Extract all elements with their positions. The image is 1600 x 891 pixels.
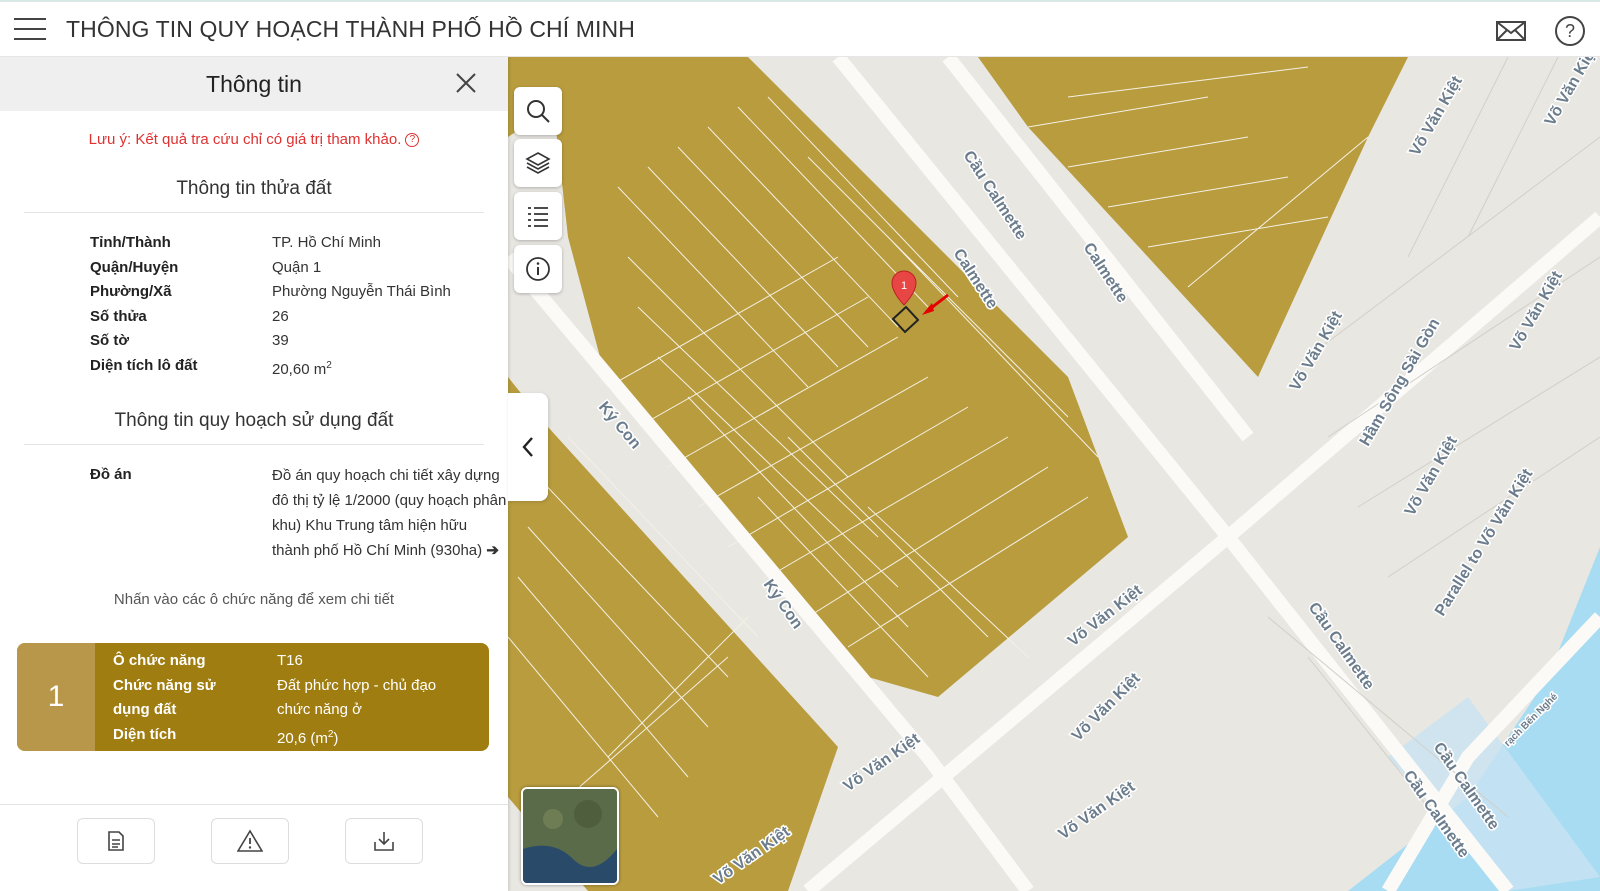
function-details: Ô chức năng T16 Chức năng sử dụng đất Đất …	[113, 649, 467, 751]
svg-text:?: ?	[1565, 21, 1575, 41]
mail-icon[interactable]	[1494, 14, 1528, 48]
plan-link[interactable]: Đồ án quy hoạch chi tiết xây dựng đô thị…	[272, 463, 508, 563]
info-value: Quận 1	[272, 258, 322, 276]
note-text: Lưu ý: Kết quả tra cứu chỉ có giá trị th…	[88, 131, 402, 148]
list-icon	[528, 207, 548, 227]
panel-actions	[0, 804, 508, 891]
menu-icon[interactable]	[14, 18, 46, 42]
plan-row: Đồ án Đồ án quy hoạch chi tiết xây dựng …	[0, 463, 508, 563]
close-icon[interactable]	[454, 71, 478, 95]
info-label: Diện tích lô đất	[90, 356, 198, 374]
panel-title: Thông tin	[206, 71, 302, 97]
info-value: Phường Nguyễn Thái Bình	[272, 283, 451, 300]
chevron-left-icon	[522, 437, 533, 457]
function-card[interactable]: 1 Ô chức năng T16 Chức năng sử dụng đất Đấ…	[17, 643, 489, 751]
function-row: Ô chức năng T16	[113, 649, 467, 674]
map-canvas[interactable]: Cầu Calmette Calmette Calmette Ký Con Ký…	[508, 57, 1600, 891]
info-label: Số tờ	[90, 332, 129, 349]
info-icon	[526, 257, 550, 281]
area-unit-sup: 2	[326, 359, 332, 371]
info-label: Tỉnh/Thành	[90, 234, 171, 251]
marker-label: 1	[901, 280, 907, 292]
function-value: Đất phức hợp - chủ đạo chức năng ở	[277, 676, 437, 719]
function-area: 20,6 (m	[277, 729, 328, 747]
warning-icon	[237, 829, 263, 852]
question-icon[interactable]: ?	[405, 133, 420, 148]
info-value: TP. Hồ Chí Minh	[272, 234, 381, 251]
search-icon	[527, 100, 550, 123]
land-section-title: Thông tin thửa đất	[176, 178, 332, 199]
map-view[interactable]: Cầu Calmette Calmette Calmette Ký Con Ký…	[508, 57, 1600, 891]
panel-header: Thông tin	[0, 57, 508, 111]
function-area-suffix: )	[333, 729, 339, 747]
area-value: 20,60 m	[272, 360, 327, 378]
function-label: Diện tích	[113, 725, 177, 743]
download-icon	[374, 832, 394, 851]
disclaimer-note: Lưu ý: Kết quả tra cứu chỉ có giá trị th…	[0, 131, 508, 148]
function-label: Ô chức năng	[113, 652, 206, 669]
divider	[24, 444, 484, 445]
function-number: 1	[17, 643, 95, 751]
info-value: 26	[272, 307, 289, 325]
info-row: Quận/Huyện Quận 1	[0, 256, 508, 281]
arrow-right-icon[interactable]: ➔	[486, 542, 499, 559]
info-row: Diện tích lô đất 20,60 m2	[0, 354, 508, 383]
app-title: THÔNG TIN QUY HOẠCH THÀNH PHỐ HỒ CHÍ MIN…	[66, 16, 635, 42]
info-label: Số thửa	[90, 307, 147, 325]
warning-button[interactable]	[211, 818, 289, 864]
function-row: Diện tích 20,6 (m2)	[113, 723, 467, 752]
help-icon[interactable]: ?	[1553, 14, 1587, 48]
info-row: Phường/Xã Phường Nguyễn Thái Bình	[0, 280, 508, 305]
document-icon	[108, 831, 124, 851]
info-panel: Thông tin Lưu ý: Kết quả tra cứu chỉ có …	[0, 57, 508, 891]
info-row: Tỉnh/Thành TP. Hồ Chí Minh	[0, 231, 508, 256]
satellite-minimap[interactable]	[521, 787, 619, 885]
info-row: Số thửa 26	[0, 305, 508, 330]
function-value: T16	[277, 652, 303, 669]
info-button[interactable]	[514, 245, 562, 293]
hint-text: Nhấn vào các ô chức năng để xem chi tiết	[113, 591, 395, 608]
info-row: Số tờ 39	[0, 329, 508, 354]
download-button[interactable]	[345, 818, 423, 864]
info-label: Quận/Huyện	[90, 258, 179, 276]
top-bar: THÔNG TIN QUY HOẠCH THÀNH PHỐ HỒ CHÍ MIN…	[0, 0, 1600, 57]
divider	[24, 212, 484, 213]
info-value: 20,60 m2	[272, 354, 508, 383]
list-button[interactable]	[514, 192, 562, 240]
layers-button[interactable]	[514, 139, 562, 187]
document-button[interactable]	[77, 818, 155, 864]
function-label: Chức năng sử dụng đất	[113, 676, 216, 719]
collapse-panel-button[interactable]	[508, 393, 548, 501]
plan-label: Đồ án	[90, 466, 132, 483]
planning-section-title: Thông tin quy hoạch sử dụng đất	[114, 410, 394, 431]
info-value: 39	[272, 332, 289, 349]
info-label: Phường/Xã	[90, 283, 172, 300]
function-value: 20,6 (m2)	[277, 723, 467, 752]
function-row: Chức năng sử dụng đất Đất phức hợp - chủ …	[113, 674, 467, 723]
plan-link-text[interactable]: Đồ án quy hoạch chi tiết xây dựng đô thị…	[272, 467, 506, 559]
land-info-table: Tỉnh/Thành TP. Hồ Chí Minh Quận/Huyện Quận…	[0, 231, 508, 382]
search-button[interactable]	[514, 87, 562, 135]
layers-icon	[525, 152, 551, 174]
